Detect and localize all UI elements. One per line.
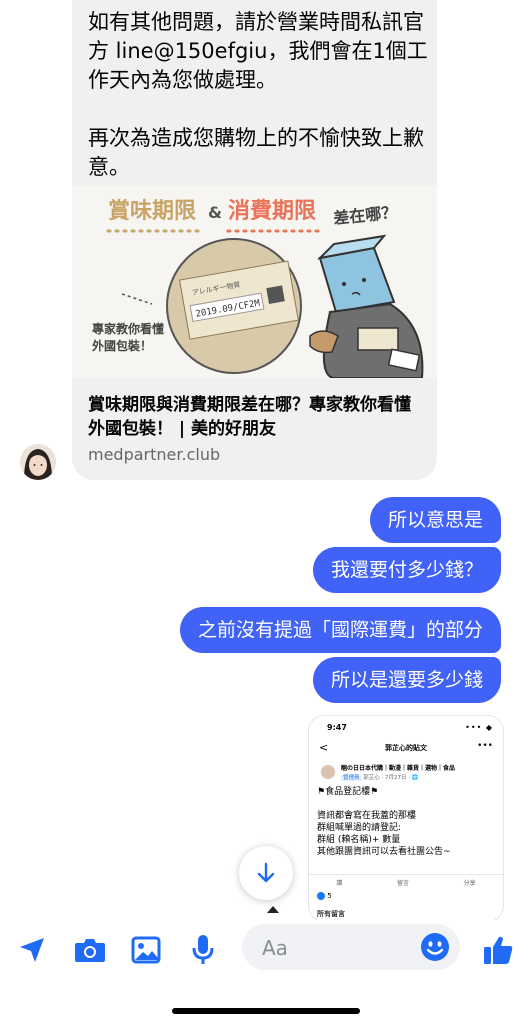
location-arrow-icon	[20, 938, 44, 962]
screenshot-more-icon: •••	[477, 741, 493, 751]
screenshot-attachment[interactable]: 9:47 ••• ◆ < 郭芷心的貼文 ••• 睏の日日本代購｜動漫｜雜貨｜選物…	[308, 715, 504, 920]
chat-thread: 如有其他問題，請於營業時間私訊官方 line@150efgiu，我們會在1個工作…	[0, 0, 532, 920]
headline-amp: &	[208, 203, 222, 222]
screenshot-post-actions: 讚 留言 分享	[309, 874, 503, 890]
link-preview-domain[interactable]: medpartner.club	[88, 445, 220, 464]
side-note-line-2: 外國包裝！	[92, 338, 152, 353]
screenshot-like-icon	[317, 892, 325, 900]
screenshot-nav-title: 郭芷心的貼文	[385, 744, 427, 752]
screenshot-like-count: 5	[317, 892, 332, 900]
scroll-pointer	[267, 906, 279, 913]
screenshot-poster-avatar	[321, 765, 335, 779]
screenshot-status-time: 9:47	[327, 723, 347, 732]
screenshot-group-name: 睏の日日本代購｜動漫｜雜貨｜選物｜食品	[341, 765, 456, 772]
camera-icon	[75, 939, 105, 962]
link-preview-image[interactable]: 賞味期限 & 消費期限 差在哪？ アレルギー物質 2019.09/CF2M 專家…	[72, 186, 437, 378]
side-note-line-1: 專家教你看懂	[92, 321, 164, 336]
like-button[interactable]	[480, 932, 516, 968]
incoming-message-bubble[interactable]: 如有其他問題，請於營業時間私訊官方 line@150efgiu，我們會在1個工作…	[72, 0, 437, 480]
emoji-button[interactable]	[420, 932, 450, 966]
microphone-icon	[192, 935, 214, 964]
outgoing-message-2[interactable]: 我還要付多少錢？	[312, 547, 501, 593]
outgoing-message-4[interactable]: 所以是還要多少錢	[312, 657, 501, 703]
home-indicator	[172, 1008, 360, 1014]
outgoing-message-3[interactable]: 之前沒有提過「國際運費」的部分	[179, 607, 501, 653]
contact-avatar[interactable]	[20, 444, 56, 480]
screenshot-footer: 所有留言	[317, 910, 345, 918]
headline-word-1: 賞味期限	[108, 198, 196, 224]
screenshot-like-action: 讚	[336, 880, 343, 887]
screenshot-status-icons: ••• ◆	[465, 723, 493, 732]
incoming-message-text: 如有其他問題，請於營業時間私訊官方 line@150efgiu，我們會在1個工作…	[88, 10, 428, 179]
scroll-to-bottom-button[interactable]	[239, 846, 293, 900]
article-illustration: 賞味期限 & 消費期限 差在哪？ アレルギー物質 2019.09/CF2M 專家…	[72, 186, 437, 378]
arrow-down-icon	[257, 862, 275, 883]
gallery-button[interactable]	[128, 932, 164, 968]
message-input-placeholder: Aa	[262, 936, 288, 960]
screenshot-meta-text: 郭芷心 · 7月27日 · 🌐	[363, 775, 419, 781]
screenshot-comment-action: 留言	[396, 880, 409, 887]
screenshot-share-action: 分享	[463, 880, 476, 887]
avatar-photo	[20, 444, 56, 480]
message-input[interactable]: Aa	[242, 924, 460, 970]
image-icon	[131, 936, 161, 964]
screenshot-post-meta: 管理員 郭芷心 · 7月27日 · 🌐	[341, 773, 419, 781]
thumbs-up-icon	[484, 936, 513, 964]
link-preview-title[interactable]: 賞味期限與消費期限差在哪？專家教你看懂外國包裝！ | 美的好朋友	[88, 393, 423, 441]
screenshot-like-number: 5	[327, 892, 332, 900]
outgoing-message-1[interactable]: 所以意思是	[369, 497, 501, 543]
emoji-icon	[421, 933, 449, 961]
voice-button[interactable]	[185, 932, 221, 968]
screenshot-role-badge: 管理員	[341, 775, 362, 781]
composer-bar: Aa	[0, 920, 532, 1024]
location-button[interactable]	[14, 932, 50, 968]
headline-word-2: 消費期限	[228, 199, 316, 224]
screenshot-post-body: ⚑食品登記樓⚑ 資訊都會寫在我蓋的那樓 群組喊單過的請登記: 群組 (賴名稱)+…	[317, 787, 451, 857]
camera-button[interactable]	[72, 932, 108, 968]
